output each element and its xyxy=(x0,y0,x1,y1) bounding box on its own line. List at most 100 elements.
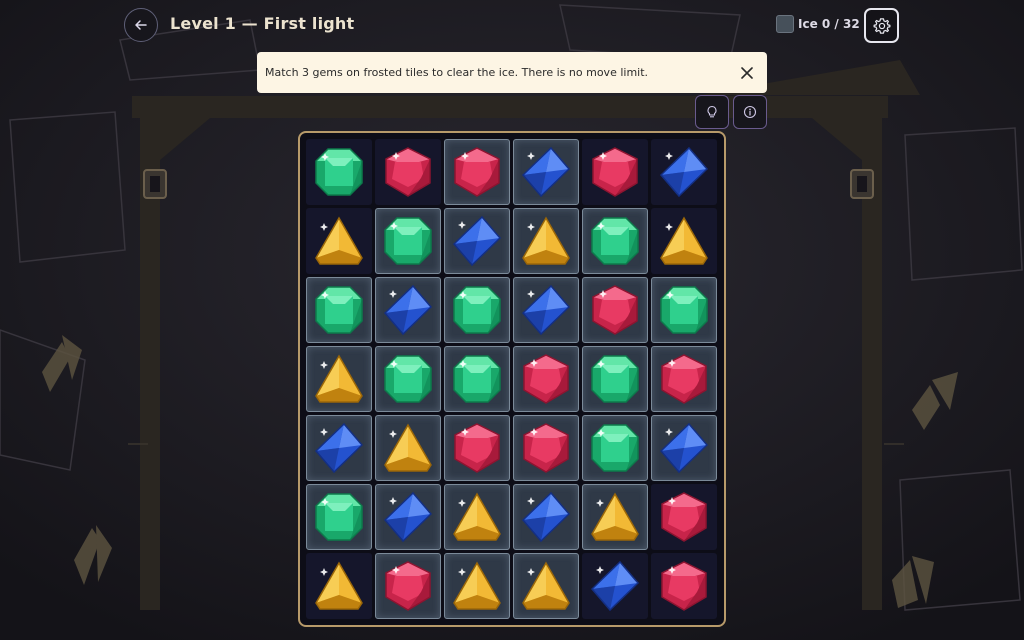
green-gem-icon xyxy=(453,355,501,403)
board-cell[interactable] xyxy=(306,208,372,274)
board-cell-frozen[interactable] xyxy=(444,346,510,412)
blue-gem-icon xyxy=(590,560,640,612)
settings-button[interactable] xyxy=(864,8,899,43)
instruction-text: Match 3 gems on frosted tiles to clear t… xyxy=(265,66,649,79)
ice-tile-icon xyxy=(776,15,794,33)
board-cell[interactable] xyxy=(651,208,717,274)
red-gem-icon xyxy=(592,147,638,197)
board-cell-frozen[interactable] xyxy=(375,553,441,619)
board-cell-frozen[interactable] xyxy=(582,346,648,412)
blue-gem-icon xyxy=(659,422,709,474)
board-cell-frozen[interactable] xyxy=(513,553,579,619)
ice-counter-label: Ice 0 / 32 xyxy=(798,17,860,31)
gear-icon xyxy=(873,17,890,34)
red-gem-icon xyxy=(661,561,707,611)
arrow-left-icon xyxy=(135,20,147,30)
game-board xyxy=(298,131,726,627)
board-cell-frozen[interactable] xyxy=(375,346,441,412)
board-cell-frozen[interactable] xyxy=(444,139,510,205)
board-cell-frozen[interactable] xyxy=(651,277,717,343)
red-gem-icon xyxy=(454,423,500,473)
board-cell-frozen[interactable] xyxy=(306,415,372,481)
yellow-gem-icon xyxy=(315,354,363,403)
board-cell[interactable] xyxy=(582,553,648,619)
green-gem-icon xyxy=(591,355,639,403)
green-gem-icon xyxy=(315,148,363,196)
red-gem-icon xyxy=(523,354,569,404)
board-cell-frozen[interactable] xyxy=(513,139,579,205)
blue-gem-icon xyxy=(314,422,364,474)
board-cell-frozen[interactable] xyxy=(513,208,579,274)
yellow-gem-icon xyxy=(591,492,639,541)
board-cell-frozen[interactable] xyxy=(444,277,510,343)
blue-gem-icon xyxy=(521,284,571,336)
board-cell[interactable] xyxy=(375,139,441,205)
yellow-gem-icon xyxy=(453,561,501,610)
red-gem-icon xyxy=(661,354,707,404)
board-cell[interactable] xyxy=(651,139,717,205)
red-gem-icon xyxy=(385,147,431,197)
board-cell-frozen[interactable] xyxy=(513,346,579,412)
board-cell-frozen[interactable] xyxy=(582,484,648,550)
board-cell-frozen[interactable] xyxy=(582,415,648,481)
green-gem-icon xyxy=(315,286,363,334)
red-gem-icon xyxy=(661,492,707,542)
blue-gem-icon xyxy=(521,491,571,543)
red-gem-icon xyxy=(592,285,638,335)
board-cell[interactable] xyxy=(651,484,717,550)
green-gem-icon xyxy=(660,286,708,334)
board-cell-frozen[interactable] xyxy=(444,484,510,550)
back-button[interactable] xyxy=(124,8,158,42)
close-icon xyxy=(741,66,753,79)
lightbulb-icon xyxy=(707,105,717,118)
info-icon xyxy=(743,105,757,119)
red-gem-icon xyxy=(523,423,569,473)
board-cell-frozen[interactable] xyxy=(444,208,510,274)
board-cell-frozen[interactable] xyxy=(375,208,441,274)
board-cell-frozen[interactable] xyxy=(582,208,648,274)
green-gem-icon xyxy=(315,493,363,541)
ice-counter: Ice 0 / 32 xyxy=(776,15,860,33)
blue-gem-icon xyxy=(383,284,433,336)
level-title: Level 1 — First light xyxy=(170,14,355,33)
board-cell-frozen[interactable] xyxy=(306,484,372,550)
board-cell[interactable] xyxy=(306,139,372,205)
board-cell-frozen[interactable] xyxy=(375,415,441,481)
yellow-gem-icon xyxy=(315,561,363,610)
board-cell-frozen[interactable] xyxy=(306,277,372,343)
board-cell-frozen[interactable] xyxy=(375,484,441,550)
board-cell-frozen[interactable] xyxy=(444,415,510,481)
board-cell[interactable] xyxy=(306,553,372,619)
red-gem-icon xyxy=(385,561,431,611)
board-cell-frozen[interactable] xyxy=(513,277,579,343)
board-cell[interactable] xyxy=(651,553,717,619)
instruction-banner: Match 3 gems on frosted tiles to clear t… xyxy=(257,52,767,93)
close-banner-button[interactable] xyxy=(735,61,759,85)
board-cell-frozen[interactable] xyxy=(513,484,579,550)
yellow-gem-icon xyxy=(315,216,363,265)
green-gem-icon xyxy=(591,424,639,472)
green-gem-icon xyxy=(384,217,432,265)
blue-gem-icon xyxy=(521,146,571,198)
board-cell-frozen[interactable] xyxy=(444,553,510,619)
top-bar: Level 1 — First light Ice 0 / 32 xyxy=(0,0,1024,52)
red-gem-icon xyxy=(454,147,500,197)
board-cell-frozen[interactable] xyxy=(513,415,579,481)
board-cell-frozen[interactable] xyxy=(582,277,648,343)
yellow-gem-icon xyxy=(453,492,501,541)
green-gem-icon xyxy=(384,355,432,403)
board-cell[interactable] xyxy=(582,139,648,205)
board-cell-frozen[interactable] xyxy=(375,277,441,343)
blue-gem-icon xyxy=(659,146,709,198)
info-button[interactable] xyxy=(733,95,767,129)
board-cell-frozen[interactable] xyxy=(306,346,372,412)
yellow-gem-icon xyxy=(522,561,570,610)
yellow-gem-icon xyxy=(384,423,432,472)
yellow-gem-icon xyxy=(522,216,570,265)
board-cell-frozen[interactable] xyxy=(651,346,717,412)
board-cell-frozen[interactable] xyxy=(651,415,717,481)
blue-gem-icon xyxy=(452,215,502,267)
hint-button[interactable] xyxy=(695,95,729,129)
green-gem-icon xyxy=(591,217,639,265)
yellow-gem-icon xyxy=(660,216,708,265)
